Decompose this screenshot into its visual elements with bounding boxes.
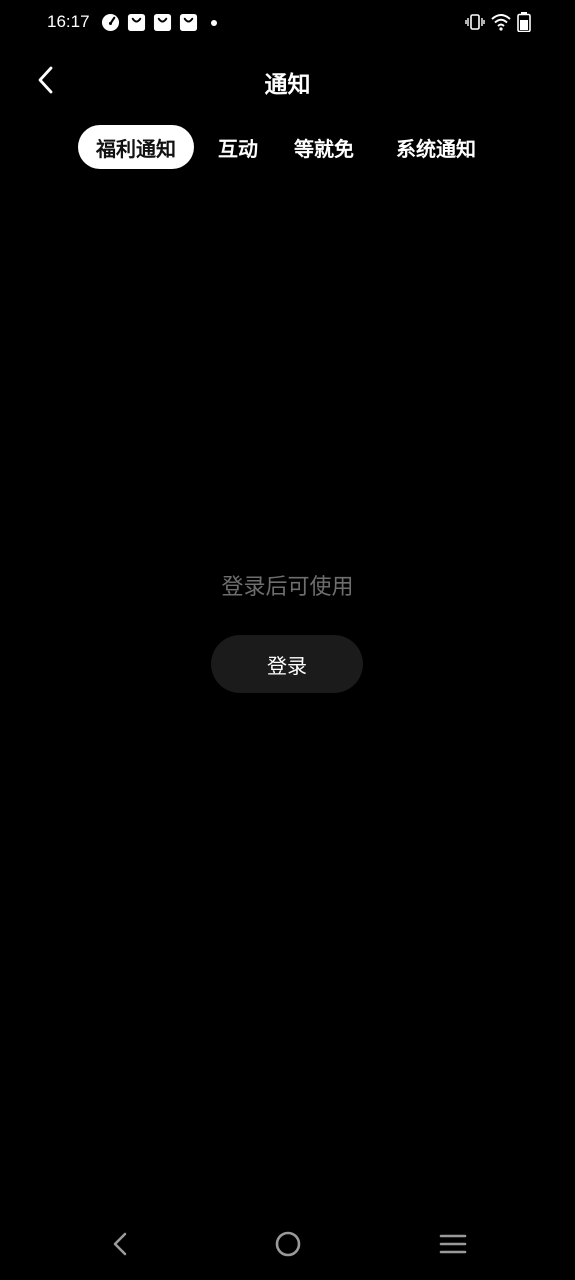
tab-interactions[interactable]: 互动 — [200, 125, 276, 169]
back-triangle-icon — [113, 1232, 127, 1256]
menu-lines-icon — [439, 1234, 467, 1254]
tab-wait-for-free[interactable]: 等就免 — [276, 125, 372, 169]
tab-system-notifications[interactable]: 系统通知 — [372, 125, 476, 169]
battery-icon — [517, 12, 531, 32]
vibrate-icon — [465, 14, 485, 30]
status-time: 16:17 — [47, 12, 90, 31]
system-nav-bar — [0, 1218, 575, 1280]
home-circle-icon — [275, 1231, 301, 1257]
wifi-icon — [491, 14, 511, 31]
notification-tabs: 福利通知 互动 等就免 系统通知 — [78, 125, 476, 169]
notification-dot-icon — [211, 19, 217, 26]
tab-welfare-notifications[interactable]: 福利通知 — [78, 125, 194, 169]
header: 通知 — [0, 54, 575, 106]
nav-back-button[interactable] — [99, 1222, 143, 1266]
login-required-message: 登录后可使用 — [221, 575, 354, 600]
nav-home-button[interactable] — [266, 1222, 310, 1266]
speedometer-icon — [101, 13, 120, 32]
nav-recents-button[interactable] — [431, 1222, 475, 1266]
status-bar: 16:17 — [0, 0, 575, 46]
status-notification-icons — [101, 13, 217, 32]
status-system-icons — [465, 12, 531, 32]
shopping-bag-icon — [179, 13, 198, 32]
page-title: 通知 — [264, 72, 311, 98]
shopping-bag-icon — [153, 13, 172, 32]
login-button[interactable]: 登录 — [211, 635, 363, 693]
shopping-bag-icon — [127, 13, 146, 32]
